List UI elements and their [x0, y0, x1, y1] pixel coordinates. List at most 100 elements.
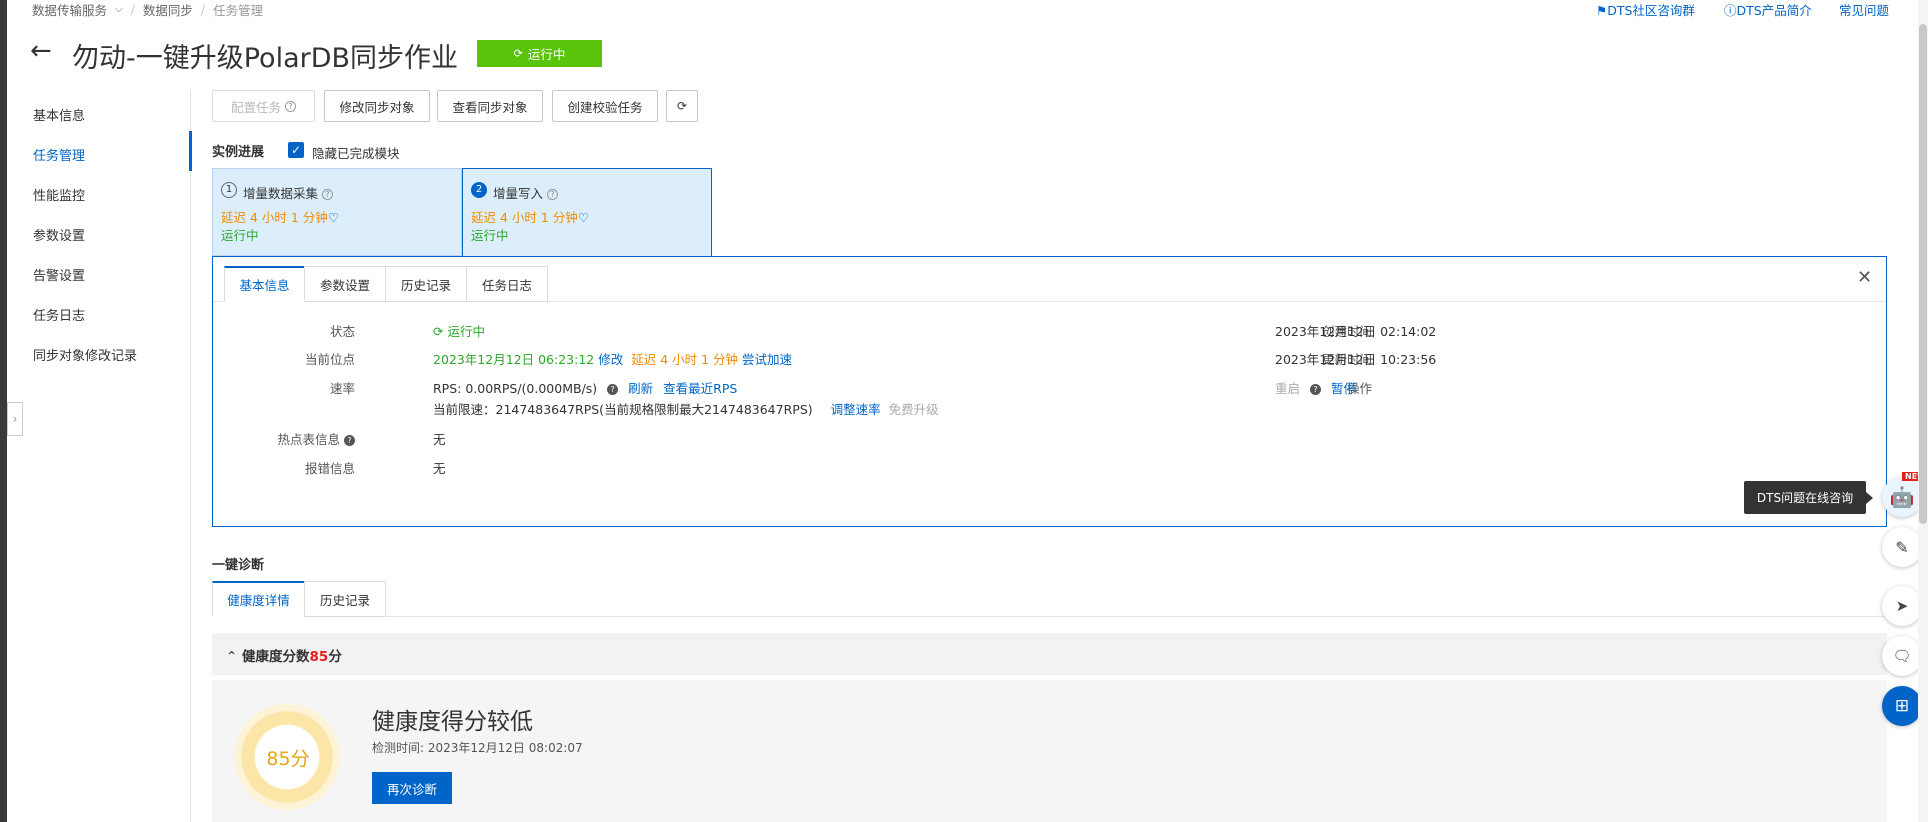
scrollbar-thumb[interactable] — [1919, 24, 1927, 524]
view-objects-button[interactable]: 查看同步对象 — [437, 90, 543, 122]
megaphone-icon: ⚑ — [1596, 3, 1608, 18]
limit-row: 当前限速：2147483647RPS(当前规格限制最大2147483647RPS… — [433, 399, 939, 418]
breadcrumb-item-dts[interactable]: 数据传输服务 — [32, 0, 107, 19]
community-link[interactable]: ⚑DTS社区咨询群 — [1596, 0, 1695, 19]
diagnosis-title: 一键诊断 — [212, 558, 265, 573]
refresh-icon: ⟳ — [676, 99, 688, 113]
edit-feedback-button[interactable]: ✎ — [1882, 527, 1922, 567]
step-delay-2: 延迟 4 小时 1 分钟♡ — [471, 210, 590, 225]
tab-task-log[interactable]: 任务日志 — [466, 266, 548, 302]
progress-title: 实例进展 — [212, 145, 265, 160]
close-icon[interactable]: ✕ — [1857, 267, 1872, 288]
hide-done-label: 隐藏已完成模块 — [312, 146, 400, 161]
position-modify-link[interactable]: 修改 — [598, 352, 623, 367]
step-number-1: 1 — [221, 182, 237, 198]
faq-link[interactable]: 常见问题 — [1839, 0, 1889, 19]
product-intro-link[interactable]: ⓘDTS产品简介 — [1724, 0, 1812, 19]
restart-button[interactable]: 重启 — [1275, 381, 1300, 396]
hot-table-label: 热点表信息? — [273, 429, 355, 448]
tab-parameters[interactable]: 参数设置 — [304, 266, 386, 302]
breadcrumb: 数据传输服务 ⌵ / 数据同步 / 任务管理 — [32, 0, 264, 19]
tooltip-arrow — [1866, 492, 1873, 504]
chevron-up-icon: ⌃ — [226, 649, 238, 665]
health-score-title: ⌃ 健康度分数85分 — [226, 649, 342, 665]
hide-done-checkbox[interactable]: ✓ — [288, 142, 304, 158]
robot-icon: 🤖 — [1889, 485, 1915, 509]
page-scrollbar[interactable] — [1918, 0, 1928, 822]
refresh-icon: ⟳ — [513, 47, 523, 60]
modify-objects-button[interactable]: 修改同步对象 — [324, 90, 430, 122]
position-delay: 延迟 4 小时 1 分钟 — [631, 352, 739, 367]
assistant-robot-button[interactable]: 🤖 — [1882, 477, 1922, 517]
help-icon: ? — [322, 189, 334, 200]
panel-notch — [463, 257, 713, 259]
sidebar-item-basic-info[interactable]: 基本信息 — [33, 105, 85, 124]
tab-diagnosis-history[interactable]: 历史记录 — [304, 581, 386, 617]
sidebar-divider — [190, 90, 191, 822]
status-value: ⟳ 运行中 — [433, 324, 485, 339]
free-upgrade-link[interactable]: 免费升级 — [889, 402, 939, 417]
pencil-icon: ✎ — [1895, 537, 1909, 557]
megaphone-icon: ➤ — [1895, 597, 1909, 615]
sidebar-item-object-changes[interactable]: 同步对象修改记录 — [33, 345, 137, 364]
rediagnose-button[interactable]: 再次诊断 — [372, 772, 452, 804]
help-circle-icon: ⓘ — [1724, 3, 1737, 18]
heartbeat-icon: ♡ — [327, 210, 340, 225]
create-check-button[interactable]: 创建校验任务 — [552, 90, 658, 122]
sidebar-item-task-management[interactable]: 任务管理 — [33, 145, 85, 164]
check-time: 检测时间: 2023年12月12日 08:02:07 — [372, 741, 583, 755]
back-arrow-icon[interactable]: ← — [30, 36, 52, 66]
step-card-1[interactable]: 1 增量数据采集? 延迟 4 小时 1 分钟♡ 运行中 — [212, 168, 462, 256]
step-name-1: 增量数据采集? — [243, 183, 334, 202]
sidebar-item-performance[interactable]: 性能监控 — [33, 185, 85, 204]
step-delay-1: 延迟 4 小时 1 分钟♡ — [221, 210, 340, 225]
pause-button[interactable]: 暂停 — [1331, 381, 1356, 396]
refresh-link[interactable]: 刷新 — [628, 381, 653, 396]
sidebar-item-alerts[interactable]: 告警设置 — [33, 265, 85, 284]
page-title: 勿动-一键升级PolarDB同步作业 — [72, 43, 459, 74]
broadcast-button[interactable]: ➤ — [1882, 586, 1922, 626]
health-headline: 健康度得分较低 — [372, 709, 533, 735]
help-icon: ? — [607, 384, 619, 395]
score-value: 85分 — [266, 748, 310, 770]
recent-rps-link[interactable]: 查看最近RPS — [663, 381, 737, 396]
operation-row: 重启 ? 暂停 — [1275, 378, 1356, 397]
speedup-link[interactable]: 尝试加速 — [742, 352, 792, 367]
chat-icon: 🗨 — [1892, 647, 1912, 665]
hot-table-value: 无 — [433, 432, 446, 447]
breadcrumb-item-sync[interactable]: 数据同步 — [143, 0, 193, 19]
created-value: 2023年12月12日 02:14:02 — [1275, 324, 1437, 339]
help-icon: ? — [285, 100, 296, 112]
status-label: 状态 — [329, 324, 355, 339]
apps-menu-button[interactable]: ⊞ — [1882, 686, 1922, 726]
help-icon: ? — [547, 189, 559, 200]
configure-task-button[interactable]: 配置任务? — [212, 90, 315, 122]
health-score-header[interactable]: ⌃ 健康度分数85分 — [212, 633, 1887, 675]
speed-label: 速率 — [329, 381, 355, 396]
tab-history[interactable]: 历史记录 — [385, 266, 467, 302]
heartbeat-icon: ♡ — [577, 210, 590, 225]
tab-basic-info[interactable]: 基本信息 — [224, 266, 305, 302]
tab-health-detail[interactable]: 健康度详情 — [212, 581, 305, 617]
sidebar-collapse-toggle[interactable]: › — [7, 402, 23, 436]
health-detail-area: 85分 健康度得分较低 检测时间: 2023年12月12日 08:02:07 再… — [212, 680, 1887, 822]
adjust-rate-link[interactable]: 调整速率 — [831, 402, 881, 417]
breadcrumb-item-task: 任务管理 — [213, 3, 264, 18]
speed-value-row: RPS: 0.00RPS/(0.000MB/s) ? 刷新 查看最近RPS — [433, 378, 737, 397]
position-value-row: 2023年12月12日 06:23:12 修改 延迟 4 小时 1 分钟 尝试加… — [433, 349, 792, 368]
step-status-2: 运行中 — [471, 228, 509, 243]
step-card-2[interactable]: 2 增量写入? 延迟 4 小时 1 分钟♡ 运行中 — [462, 168, 712, 257]
chat-button[interactable]: 🗨 — [1882, 636, 1922, 676]
step-name-2: 增量写入? — [493, 183, 559, 202]
consult-tooltip: DTS问题在线咨询 — [1744, 481, 1866, 514]
step-number-2: 2 — [471, 182, 487, 198]
sidebar-item-task-log[interactable]: 任务日志 — [33, 305, 85, 324]
help-icon: ? — [344, 435, 355, 446]
error-label: 报错信息 — [304, 461, 355, 476]
chevron-down-icon[interactable]: ⌵ — [115, 4, 123, 15]
refresh-button[interactable]: ⟳ — [666, 90, 698, 122]
speed-value: RPS: 0.00RPS/(0.000MB/s) — [433, 381, 598, 396]
status-badge: ⟳ 运行中 — [477, 40, 602, 67]
error-value: 无 — [433, 461, 446, 476]
sidebar-item-parameters[interactable]: 参数设置 — [33, 225, 85, 244]
